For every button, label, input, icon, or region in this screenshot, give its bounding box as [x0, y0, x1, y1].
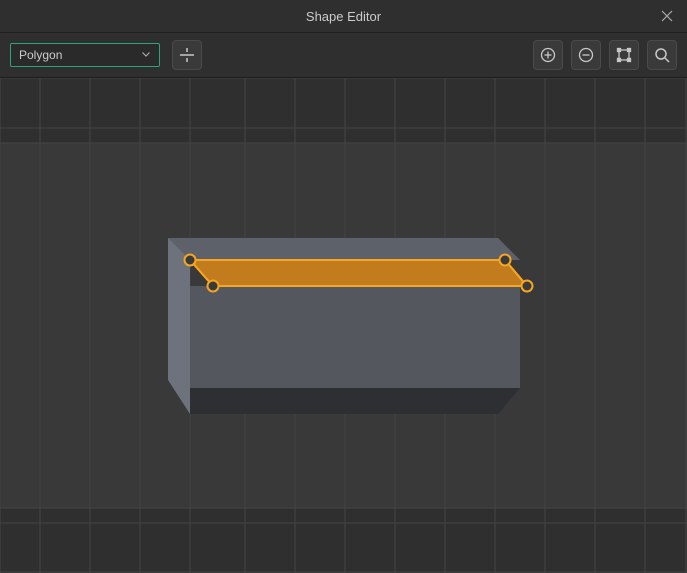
- minus-circle-icon: [578, 47, 594, 63]
- close-button[interactable]: [655, 4, 679, 28]
- search-icon: [654, 47, 670, 63]
- toolbar: Polygon: [0, 33, 687, 78]
- chevron-down-icon: [141, 48, 151, 62]
- vertex-handle[interactable]: [500, 255, 511, 266]
- bounding-box-icon: [616, 47, 632, 63]
- viewport-canvas: [0, 78, 687, 573]
- vertex-handle[interactable]: [522, 281, 533, 292]
- close-icon: [661, 10, 673, 22]
- view-controls: [533, 40, 677, 70]
- window-title: Shape Editor: [306, 9, 381, 24]
- fit-view-button[interactable]: [609, 40, 639, 70]
- mode-select-label: Polygon: [19, 48, 62, 62]
- vertex-handle[interactable]: [208, 281, 219, 292]
- vertex-handle[interactable]: [185, 255, 196, 266]
- search-button[interactable]: [647, 40, 677, 70]
- viewport[interactable]: [0, 78, 687, 573]
- titlebar: Shape Editor: [0, 0, 687, 33]
- selected-polygon[interactable]: [190, 260, 527, 286]
- snap-icon: [179, 47, 195, 63]
- zoom-in-button[interactable]: [533, 40, 563, 70]
- shape-object[interactable]: [168, 238, 533, 414]
- snap-button[interactable]: [172, 40, 202, 70]
- plus-circle-icon: [540, 47, 556, 63]
- mode-select[interactable]: Polygon: [10, 43, 160, 67]
- zoom-out-button[interactable]: [571, 40, 601, 70]
